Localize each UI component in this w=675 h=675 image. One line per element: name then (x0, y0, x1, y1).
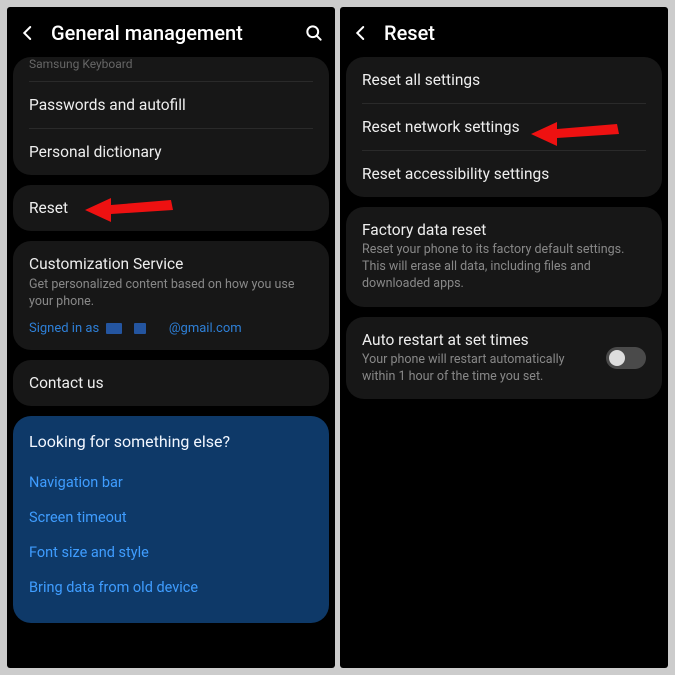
back-icon[interactable] (350, 22, 372, 44)
customization-service-card[interactable]: Customization Service Get personalized c… (13, 241, 329, 350)
list-item-samsung-keyboard[interactable]: Samsung Keyboard (13, 57, 329, 81)
back-icon[interactable] (17, 22, 39, 44)
header: Reset (346, 7, 662, 57)
page-title: General management (51, 21, 291, 45)
suggestions-title: Looking for something else? (29, 432, 313, 451)
settings-group-keyboard: Samsung Keyboard Passwords and autofill … (13, 57, 329, 175)
settings-group-reset: Reset (13, 185, 329, 231)
redacted-text (134, 323, 146, 334)
customization-title: Customization Service (13, 241, 329, 277)
factory-reset-card[interactable]: Factory data reset Reset your phone to i… (346, 207, 662, 307)
auto-restart-toggle[interactable] (606, 347, 646, 369)
page-title: Reset (384, 21, 658, 45)
suggestion-link-bring-data[interactable]: Bring data from old device (29, 570, 313, 605)
suggestion-link-font-size[interactable]: Font size and style (29, 535, 313, 570)
reset-screen: Reset Reset all settings Reset network s… (340, 7, 668, 668)
list-item-reset-accessibility[interactable]: Reset accessibility settings (346, 151, 662, 197)
list-item-contact-us[interactable]: Contact us (13, 360, 329, 406)
factory-reset-title: Factory data reset (362, 221, 646, 239)
redacted-text (106, 323, 122, 334)
factory-reset-desc: Reset your phone to its factory default … (362, 242, 646, 293)
signed-in-status: Signed in as @gmail.com (13, 321, 329, 350)
search-icon[interactable] (303, 22, 325, 44)
settings-group-contact: Contact us (13, 360, 329, 406)
header: General management (13, 7, 329, 57)
suggestions-card: Looking for something else? Navigation b… (13, 416, 329, 623)
reset-options-group: Reset all settings Reset network setting… (346, 57, 662, 197)
auto-restart-desc: Your phone will restart automatically wi… (362, 352, 596, 386)
list-item-personal-dictionary[interactable]: Personal dictionary (13, 129, 329, 175)
list-item-reset-all[interactable]: Reset all settings (346, 57, 662, 103)
auto-restart-title: Auto restart at set times (362, 331, 596, 349)
list-item-reset[interactable]: Reset (13, 185, 329, 231)
customization-subtitle: Get personalized content based on how yo… (13, 277, 329, 321)
auto-restart-item[interactable]: Auto restart at set times Your phone wil… (362, 331, 596, 386)
suggestion-link-screen-timeout[interactable]: Screen timeout (29, 500, 313, 535)
general-management-screen: General management Samsung Keyboard Pass… (7, 7, 335, 668)
auto-restart-card: Auto restart at set times Your phone wil… (346, 317, 662, 400)
suggestion-link-navigation-bar[interactable]: Navigation bar (29, 465, 313, 500)
list-item-passwords[interactable]: Passwords and autofill (13, 82, 329, 128)
list-item-reset-network[interactable]: Reset network settings (346, 104, 662, 150)
